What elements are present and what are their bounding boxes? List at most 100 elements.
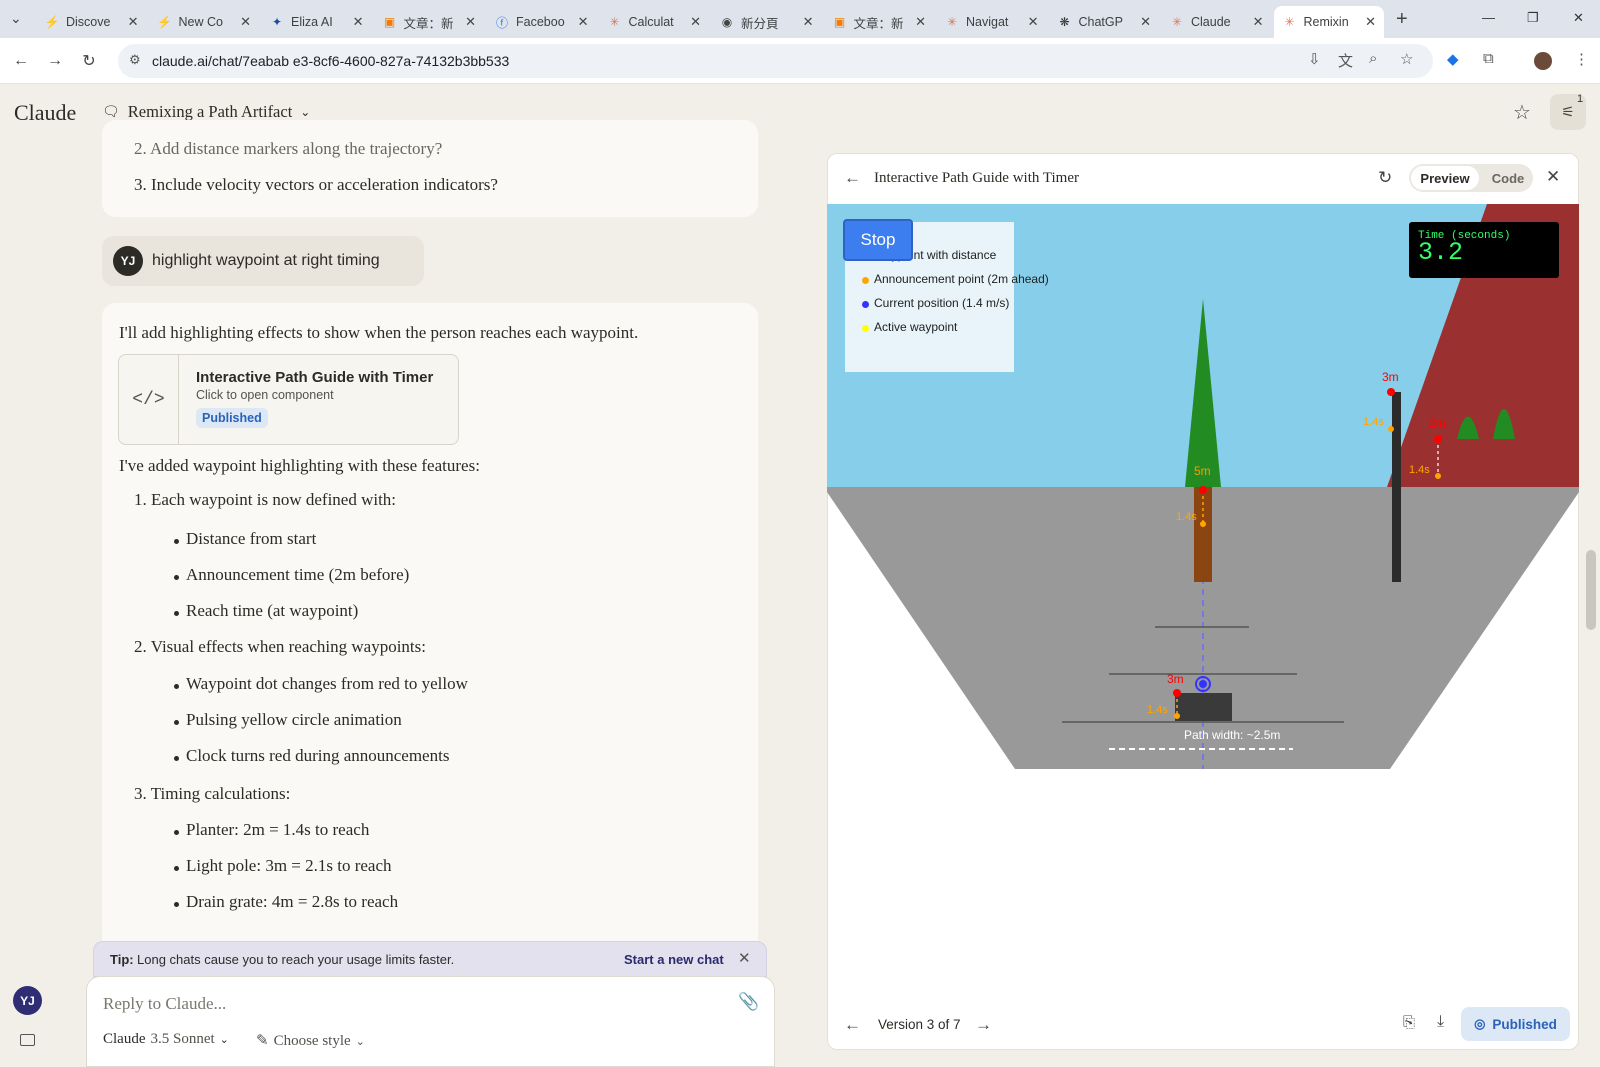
bullet: [174, 539, 179, 544]
browser-tab[interactable]: ⚡ New Co ✕: [149, 6, 260, 38]
refresh-icon[interactable]: ↻: [1378, 168, 1392, 188]
claude-logo[interactable]: Claude: [14, 100, 76, 126]
browser-tab[interactable]: ✳ Calculat ✕: [599, 6, 710, 38]
bookmark-star-icon[interactable]: ☆: [1400, 50, 1413, 68]
artifact-title: Interactive Path Guide with Timer: [874, 170, 1079, 186]
site-info-icon[interactable]: ⚙: [129, 52, 141, 68]
browser-tab[interactable]: ⚡ Discove ✕: [36, 6, 147, 38]
style-selector[interactable]: ✎ Choose style ⌄: [256, 1031, 365, 1050]
restore-icon[interactable]: ❐: [1527, 10, 1539, 26]
previous-version-icon[interactable]: ←: [844, 1015, 861, 1035]
translate-icon[interactable]: 文: [1338, 50, 1353, 71]
start-new-chat-link[interactable]: Start a new chat: [624, 952, 724, 967]
list-item: Planter: 2m = 1.4s to reach: [186, 820, 370, 839]
close-tab-icon[interactable]: ✕: [465, 14, 476, 30]
browser-tab-label: Claude: [1191, 15, 1231, 29]
url-field[interactable]: ⚙ claude.ai/chat/7eabab e3-8cf6-4600-827…: [118, 44, 1433, 78]
chrome-icon: ◉: [721, 15, 733, 29]
browser-tab-label: New Co: [178, 15, 223, 29]
close-tab-icon[interactable]: ✕: [353, 14, 364, 30]
tip-label: Tip:: [110, 952, 134, 967]
tab-preview[interactable]: Preview: [1411, 166, 1479, 190]
browser-tab[interactable]: ❋ ChatGP ✕: [1049, 6, 1160, 38]
sidebar-toggle-icon[interactable]: [20, 1034, 35, 1046]
close-tab-icon[interactable]: ✕: [1253, 14, 1264, 30]
close-tab-icon[interactable]: ✕: [578, 14, 589, 30]
url-text: claude.ai/chat/7eabab e3-8cf6-4600-827a-…: [152, 53, 510, 69]
notification-count: 1: [1577, 93, 1584, 105]
tab-code[interactable]: Code: [1485, 166, 1531, 190]
install-icon[interactable]: ⇩: [1308, 50, 1321, 68]
page-scrollbar-thumb[interactable]: [1586, 550, 1596, 630]
close-window-icon[interactable]: ✕: [1573, 10, 1584, 26]
browser-tab[interactable]: ▣ 文章：新 ✕: [824, 6, 935, 38]
artifact-card-title: Interactive Path Guide with Timer: [196, 369, 434, 386]
reload-icon[interactable]: ↻: [76, 48, 102, 74]
bolt-icon: ⚡: [157, 15, 172, 29]
sidebar-user-avatar[interactable]: YJ: [13, 986, 42, 1015]
list-item: Drain grate: 4m = 2.8s to reach: [186, 892, 399, 911]
published-button[interactable]: ◎ Published: [1461, 1007, 1570, 1041]
pole-distance-label: 3m: [1382, 370, 1399, 384]
close-tab-icon[interactable]: ✕: [915, 14, 926, 30]
bush-distance-label: 2m: [1429, 416, 1446, 430]
close-tip-icon[interactable]: ✕: [738, 949, 751, 967]
profile-avatar[interactable]: [1534, 52, 1552, 70]
browser-tab-label: Remixin: [1303, 15, 1349, 29]
new-tab-icon[interactable]: +: [1396, 8, 1408, 31]
stop-button[interactable]: Stop: [843, 219, 913, 261]
facebook-icon: ⓕ: [495, 15, 508, 30]
zoom-icon[interactable]: ⌕: [1369, 50, 1377, 67]
bullet: [174, 720, 179, 725]
bullet: [174, 756, 179, 761]
browser-tab[interactable]: ✳ Remixin ✕: [1273, 6, 1384, 38]
browser-tab-label: Navigat: [966, 15, 1009, 29]
current-position-dot: [1199, 680, 1207, 688]
legend-item: Announcement point (2m ahead): [874, 272, 1049, 286]
close-tab-icon[interactable]: ✕: [1365, 14, 1376, 30]
artifact-card[interactable]: </> Interactive Path Guide with Timer Cl…: [118, 354, 459, 445]
close-tab-icon[interactable]: ✕: [1140, 14, 1151, 30]
close-tab-icon[interactable]: ✕: [240, 14, 251, 30]
close-panel-icon[interactable]: ✕: [1546, 167, 1560, 187]
browser-tab[interactable]: ▣ 文章：新 ✕: [374, 6, 485, 38]
extension-shield-icon[interactable]: ◆: [1447, 50, 1459, 68]
path-width-label: Path width: ~2.5m: [1184, 728, 1281, 742]
browser-tab[interactable]: ◉ 新分頁 ✕: [711, 6, 822, 38]
bullet: [174, 830, 179, 835]
copy-icon[interactable]: ⎘: [1403, 1014, 1415, 1031]
claude-icon: ✳: [1171, 15, 1183, 29]
star-icon[interactable]: ☆: [1513, 100, 1531, 125]
tab-search-chevron-icon[interactable]: ⌄: [10, 10, 22, 27]
view-toggle: Preview Code: [1409, 164, 1533, 192]
browser-tab[interactable]: ⓕ Faceboo ✕: [486, 6, 597, 38]
legend-dot: [862, 301, 869, 308]
close-tab-icon[interactable]: ✕: [128, 14, 139, 30]
panel-back-icon[interactable]: ←: [844, 168, 861, 188]
browser-tab-label: Faceboo: [516, 15, 565, 29]
extensions-puzzle-icon[interactable]: ⧉: [1483, 50, 1494, 67]
reply-input[interactable]: Reply to Claude...: [103, 994, 226, 1014]
download-icon[interactable]: ⤓: [1437, 1013, 1444, 1031]
browser-tab[interactable]: ✦ Eliza AI ✕: [261, 6, 372, 38]
attach-paperclip-icon[interactable]: 📎: [738, 992, 759, 1012]
close-tab-icon[interactable]: ✕: [803, 14, 814, 30]
close-tab-icon[interactable]: ✕: [1028, 14, 1039, 30]
forward-icon[interactable]: →: [42, 48, 68, 74]
brush-icon: ✎: [256, 1033, 269, 1049]
browser-menu-icon[interactable]: ⋮: [1574, 50, 1589, 68]
browser-tab[interactable]: ✳ Navigat ✕: [936, 6, 1047, 38]
chevron-down-icon: ⌄: [300, 104, 311, 119]
browser-tab-label: ChatGP: [1078, 15, 1123, 29]
model-selector[interactable]: Claude 3.5 Sonnet ⌄: [103, 1031, 229, 1048]
next-version-icon[interactable]: →: [975, 1015, 992, 1035]
announce-dot: [1388, 426, 1394, 432]
chat-title[interactable]: 🗨 Remixing a Path Artifact ⌄: [102, 102, 310, 122]
section-heading: 3. Timing calculations:: [134, 784, 291, 803]
close-tab-icon[interactable]: ✕: [690, 14, 701, 30]
back-icon[interactable]: ←: [8, 48, 34, 74]
minimize-icon[interactable]: —: [1482, 10, 1495, 25]
user-message-text: highlight waypoint at right timing: [152, 252, 380, 269]
check-circle-icon: ◎: [1474, 1016, 1486, 1031]
browser-tab[interactable]: ✳ Claude ✕: [1161, 6, 1272, 38]
